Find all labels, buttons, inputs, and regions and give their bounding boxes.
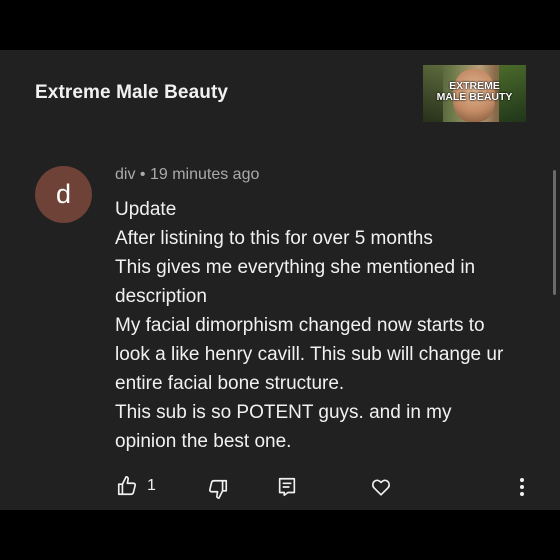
like-count: 1 <box>147 477 156 494</box>
comment-line: This sub is so POTENT guys. and in my <box>115 402 452 423</box>
comment-text: Update After listining to this for over … <box>115 195 535 456</box>
comment-line: entire facial bone structure. <box>115 373 345 394</box>
more-vertical-icon[interactable] <box>512 476 532 498</box>
comment-line: This gives me everything she mentioned i… <box>115 257 476 278</box>
comment-time: 19 minutes ago <box>149 166 260 183</box>
thumbs-up-icon[interactable] <box>116 475 138 497</box>
scrollbar[interactable] <box>553 170 556 295</box>
comment-line: look a like henry cavill. This sub will … <box>115 344 504 365</box>
video-thumbnail[interactable]: EXTREME MALE BEAUTY <box>423 65 526 122</box>
thumbnail-text-line2: MALE BEAUTY <box>436 91 513 103</box>
comment-line: My facial dimorphism changed now starts … <box>115 315 485 336</box>
comment-line: After listining to this for over 5 month… <box>115 228 433 249</box>
avatar[interactable]: d <box>35 166 92 223</box>
channel-title[interactable]: Extreme Male Beauty <box>35 82 228 104</box>
comment-line: opinion the best one. <box>115 431 292 452</box>
meta-separator: • <box>139 166 146 183</box>
comment-line: Update <box>115 199 177 220</box>
comment-author[interactable]: div <box>115 166 135 183</box>
comment-line: description <box>115 286 207 307</box>
thumbs-down-icon[interactable] <box>207 478 229 500</box>
comment-meta: div • 19 minutes ago <box>115 166 259 184</box>
reply-icon[interactable] <box>276 476 298 498</box>
heart-icon[interactable] <box>370 476 392 498</box>
